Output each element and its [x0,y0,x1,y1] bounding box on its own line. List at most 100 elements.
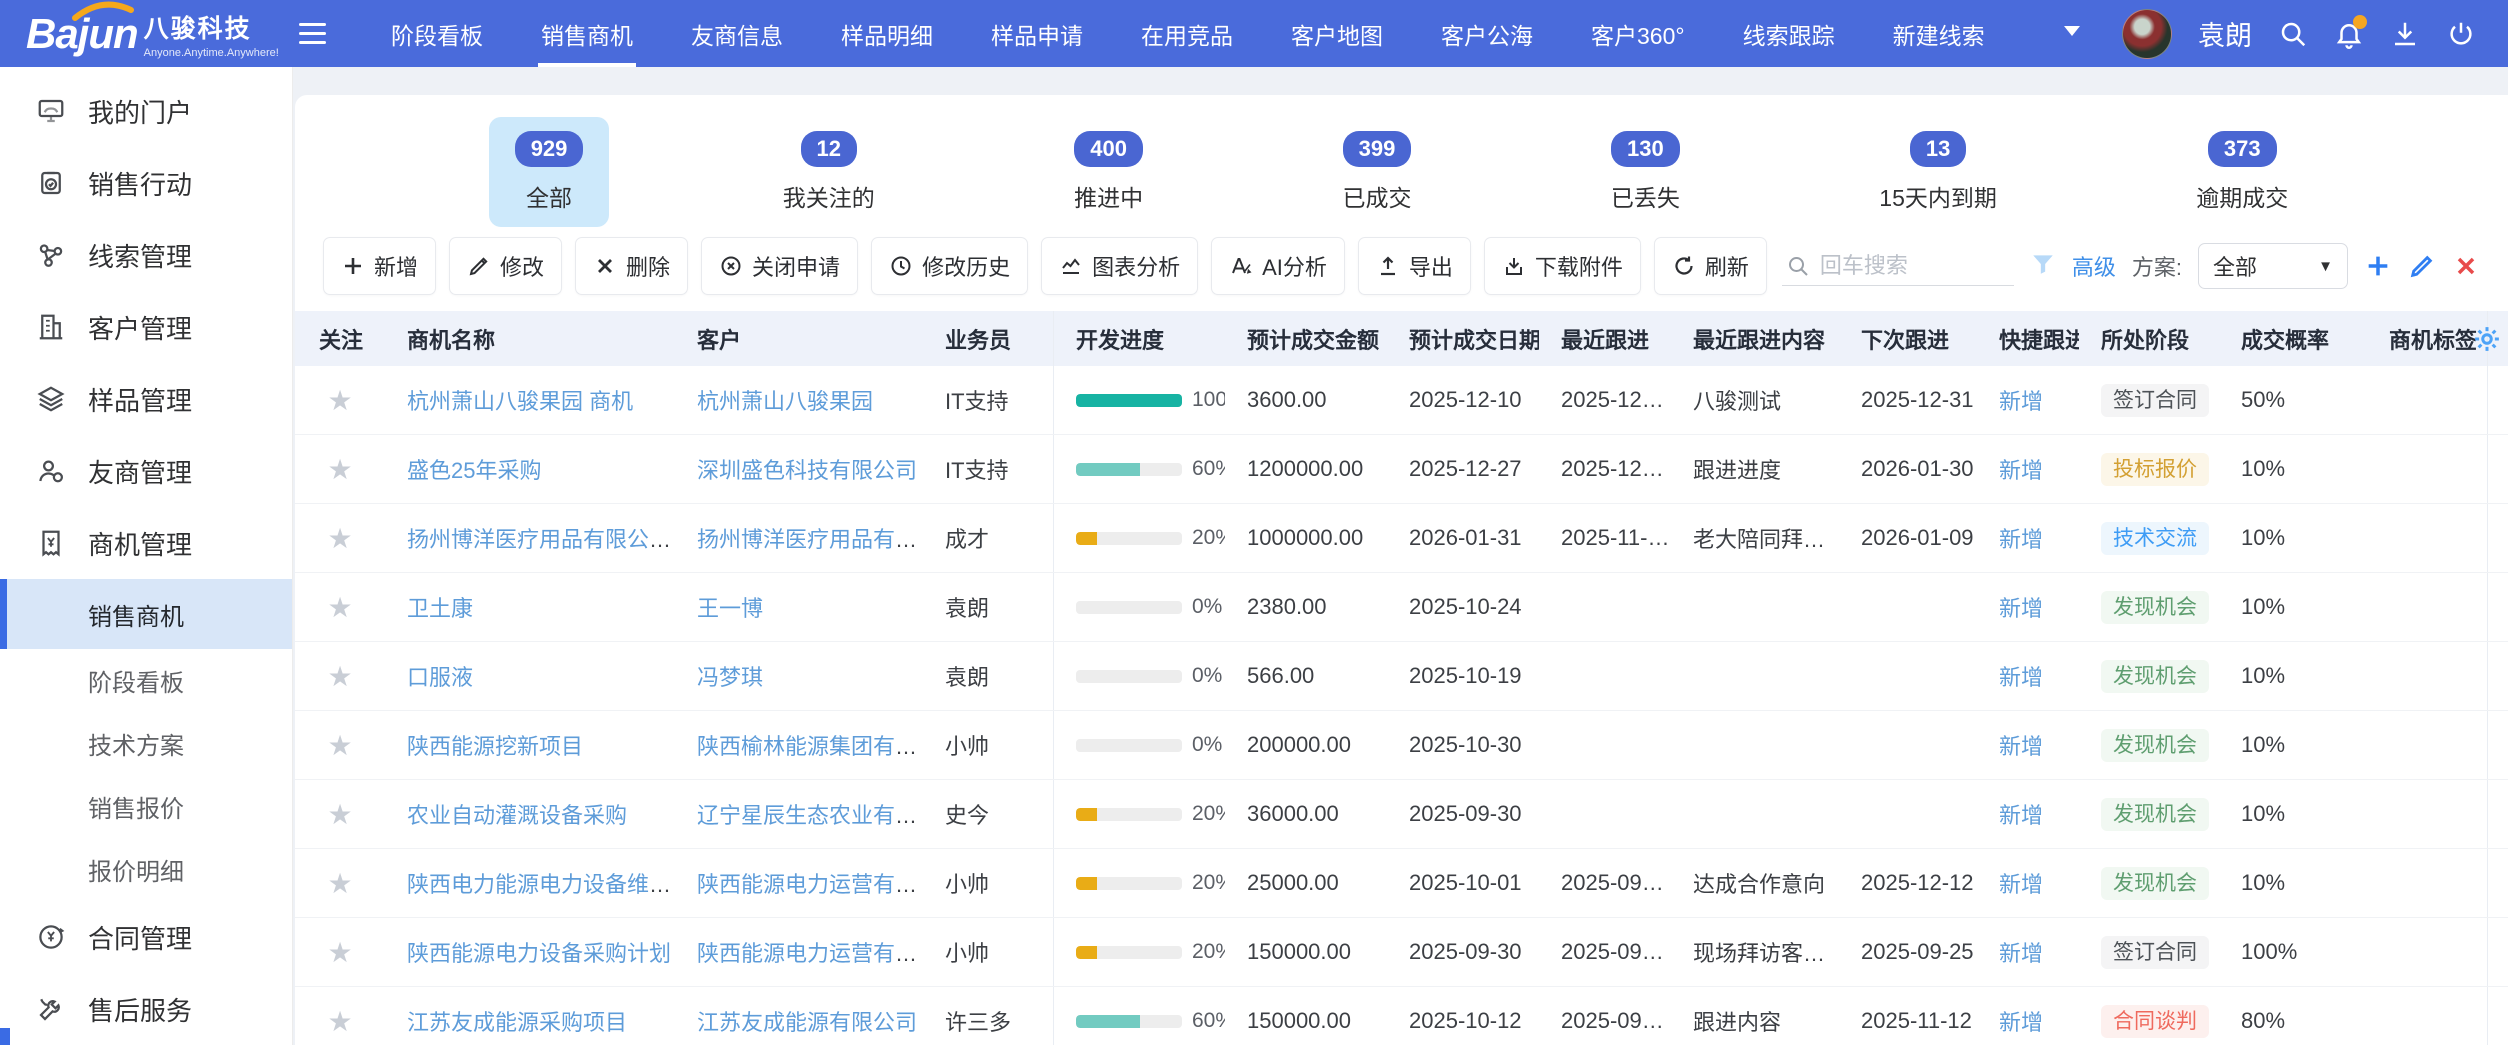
quick-follow-link[interactable]: 新增 [1999,389,2043,414]
toolbar-button-4[interactable]: 修改历史 [871,237,1028,295]
download-icon[interactable] [2390,19,2420,49]
star-icon[interactable]: ★ [327,592,352,623]
column-header-10[interactable]: 快捷跟进 [1977,323,2079,355]
sidebar-item-7[interactable]: 合同管理 [0,901,292,973]
stat-filter-1[interactable]: 12我关注的 [757,117,901,227]
column-header-8[interactable]: 最近跟进内容 [1671,323,1839,355]
column-header-11[interactable]: 所处阶段 [2079,323,2219,355]
quick-follow-link[interactable]: 新增 [1999,1010,2043,1035]
advanced-search-link[interactable]: 高级 [2072,250,2116,282]
sidebar-item-0[interactable]: 我的门户 [0,75,292,147]
nav-item-4[interactable]: 样品申请 [962,0,1112,67]
customer-link[interactable]: 陕西能源电力运营有限公司 [697,941,923,966]
star-icon[interactable]: ★ [327,1006,352,1037]
nav-item-8[interactable]: 客户360° [1562,0,1714,67]
sidebar-item-5[interactable]: 友商管理 [0,435,292,507]
filter-funnel-icon[interactable] [2030,251,2056,282]
star-icon[interactable]: ★ [327,454,352,485]
quick-follow-link[interactable]: 新增 [1999,941,2043,966]
search-input[interactable] [1820,253,2010,279]
scheme-select[interactable]: 全部 ▼ [2198,243,2348,289]
stat-filter-0[interactable]: 929全部 [489,117,610,227]
sidebar-subitem-3[interactable]: 销售报价 [0,775,292,838]
column-header-1[interactable]: 商机名称 [385,323,675,355]
column-header-6[interactable]: 预计成交日期 [1387,323,1539,355]
customer-link[interactable]: 深圳盛色科技有限公司 [697,458,917,483]
column-header-12[interactable]: 成交概率 [2219,323,2367,355]
toolbar-button-2[interactable]: 删除 [575,237,688,295]
stat-filter-6[interactable]: 373逾期成交 [2170,117,2314,227]
sidebar-item-6[interactable]: 商机管理 [0,507,292,579]
opportunity-name-link[interactable]: 江苏友成能源采购项目 [407,1010,627,1035]
stat-filter-5[interactable]: 1315天内到期 [1853,117,2023,227]
customer-link[interactable]: 陕西能源电力运营有限公司 [697,872,923,897]
toolbar-button-1[interactable]: 修改 [449,237,562,295]
customer-link[interactable]: 江苏友成能源有限公司 [697,1010,917,1035]
opportunity-name-link[interactable]: 陕西能源挖新项目 [407,734,583,759]
quick-follow-link[interactable]: 新增 [1999,734,2043,759]
user-name[interactable]: 袁朗 [2198,14,2252,53]
toolbar-button-5[interactable]: 图表分析 [1041,237,1198,295]
delete-scheme-button[interactable] [2452,252,2480,280]
star-icon[interactable]: ★ [327,661,352,692]
column-header-0[interactable]: 关注 [295,323,385,355]
sidebar-item-4[interactable]: 样品管理 [0,363,292,435]
nav-item-2[interactable]: 友商信息 [662,0,812,67]
column-header-5[interactable]: 预计成交金额 [1225,323,1387,355]
edit-scheme-button[interactable] [2408,252,2436,280]
star-icon[interactable]: ★ [327,937,352,968]
table-row[interactable]: ★陕西电力能源电力设备维护...陕西能源电力运营有限公司小帅20%25000.0… [295,849,2508,918]
customer-link[interactable]: 冯梦琪 [697,665,763,690]
search-icon[interactable] [2278,19,2308,49]
hamburger-menu-icon[interactable] [299,23,326,44]
user-avatar[interactable] [2122,9,2172,59]
star-icon[interactable]: ★ [327,868,352,899]
quick-follow-link[interactable]: 新增 [1999,665,2043,690]
star-icon[interactable]: ★ [327,523,352,554]
toolbar-button-0[interactable]: 新增 [323,237,436,295]
sidebar-item-8[interactable]: 售后服务 [0,973,292,1045]
opportunity-name-link[interactable]: 口服液 [407,665,473,690]
nav-item-10[interactable]: 新建线索 [1864,0,2014,67]
column-header-13[interactable]: 商机标签 [2367,323,2487,355]
star-icon[interactable]: ★ [327,730,352,761]
column-header-4[interactable]: 开发进度 [1053,311,1225,366]
column-header-2[interactable]: 客户 [675,323,923,355]
stat-filter-3[interactable]: 399已成交 [1317,117,1438,227]
table-row[interactable]: ★扬州博洋医疗用品有限公司...扬州博洋医疗用品有限公司成才20%1000000… [295,504,2508,573]
table-row[interactable]: ★杭州萧山八骏果园 商机杭州萧山八骏果园IT支持100%3600.002025-… [295,366,2508,435]
nav-item-0[interactable]: 阶段看板 [362,0,512,67]
table-row[interactable]: ★口服液冯梦琪袁朗0%566.002025-10-19新增发现机会10% [295,642,2508,711]
opportunity-name-link[interactable]: 杭州萧山八骏果园 商机 [407,389,633,414]
nav-more-chevron-down-icon[interactable] [2062,24,2082,43]
nav-item-9[interactable]: 线索跟踪 [1714,0,1864,67]
quick-follow-link[interactable]: 新增 [1999,527,2043,552]
power-icon[interactable] [2446,19,2476,49]
opportunity-name-link[interactable]: 盛色25年采购 [407,458,541,483]
sidebar-item-2[interactable]: 线索管理 [0,219,292,291]
quick-follow-link[interactable]: 新增 [1999,872,2043,897]
table-row[interactable]: ★农业自动灌溉设备采购辽宁星辰生态农业有限公司史今20%36000.002025… [295,780,2508,849]
customer-link[interactable]: 王一博 [697,596,763,621]
column-settings-gear-icon[interactable] [2472,324,2502,354]
sidebar-item-3[interactable]: 客户管理 [0,291,292,363]
quick-follow-link[interactable]: 新增 [1999,458,2043,483]
nav-item-1[interactable]: 销售商机 [512,0,662,67]
add-scheme-button[interactable] [2364,252,2392,280]
nav-item-5[interactable]: 在用竞品 [1112,0,1262,67]
sidebar-collapse-chip[interactable] [0,1028,10,1045]
opportunity-name-link[interactable]: 陕西电力能源电力设备维护... [407,872,675,897]
opportunity-name-link[interactable]: 农业自动灌溉设备采购 [407,803,627,828]
brand-logo[interactable]: Bajun 八骏科技 Anyone.Anytime.Anywhere! [0,9,293,59]
customer-link[interactable]: 陕西榆林能源集团有限公司 [697,734,923,759]
quick-follow-link[interactable]: 新增 [1999,803,2043,828]
sidebar-subitem-1[interactable]: 阶段看板 [0,649,292,712]
table-row[interactable]: ★江苏友成能源采购项目江苏友成能源有限公司许三多60%150000.002025… [295,987,2508,1045]
stat-filter-4[interactable]: 130已丢失 [1585,117,1706,227]
customer-link[interactable]: 辽宁星辰生态农业有限公司 [697,803,923,828]
sidebar-item-1[interactable]: 销售行动 [0,147,292,219]
nav-item-7[interactable]: 客户公海 [1412,0,1562,67]
bell-icon[interactable] [2334,19,2364,49]
stat-filter-2[interactable]: 400推进中 [1048,117,1169,227]
column-header-3[interactable]: 业务员 [923,323,1053,355]
